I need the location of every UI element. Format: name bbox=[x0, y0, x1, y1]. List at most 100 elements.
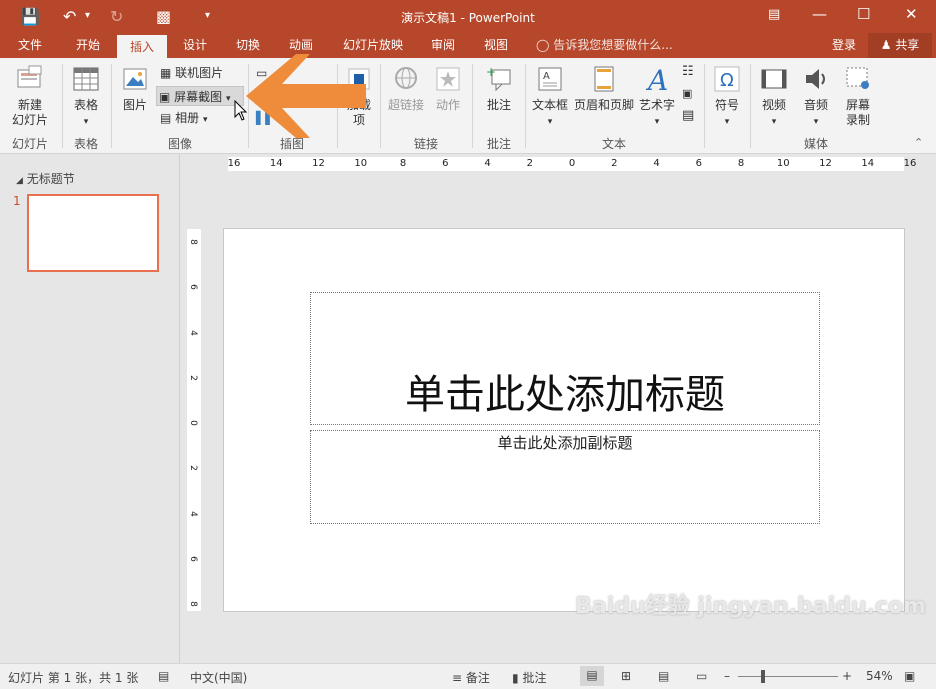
vertical-ruler: 8 6 4 2 0 2 4 6 8 bbox=[187, 229, 201, 611]
slideshow-button[interactable]: ▭ bbox=[696, 669, 707, 683]
slide-thumbnail[interactable] bbox=[27, 194, 159, 272]
online-picture-label: 联机图片 bbox=[175, 66, 224, 80]
object-button[interactable]: ▤ bbox=[680, 106, 694, 126]
omega-icon: Ω bbox=[714, 66, 740, 92]
table-button[interactable]: 表格 ▾ bbox=[66, 64, 106, 130]
slide-sorter-icon: ⊞ bbox=[621, 669, 632, 683]
screenshot-button[interactable]: ▣ 屏幕截图 ▾ bbox=[156, 86, 244, 106]
slide-canvas[interactable]: 单击此处添加标题 单击此处添加副标题 bbox=[223, 228, 905, 612]
tell-me-box[interactable]: ◯ 告诉我您想要做什么... bbox=[536, 33, 676, 58]
screen-record-button[interactable]: 屏幕 录制 bbox=[838, 64, 878, 128]
slide-number: 1 bbox=[13, 194, 21, 208]
comment-label: 批注 bbox=[486, 98, 511, 112]
slide-number-button[interactable]: ▣ bbox=[680, 84, 692, 104]
date-time-button[interactable]: ☷ bbox=[680, 62, 694, 82]
tab-review[interactable]: 审阅 bbox=[421, 33, 465, 58]
audio-button[interactable]: 音频 ▾ bbox=[796, 64, 836, 130]
album-dropdown-icon: ▾ bbox=[203, 115, 208, 125]
online-picture-button[interactable]: ▦ 联机图片 bbox=[158, 63, 223, 83]
tab-insert[interactable]: 插入 bbox=[117, 33, 167, 58]
online-picture-icon: ▦ bbox=[160, 66, 172, 80]
header-footer-button[interactable]: 页眉和页脚 bbox=[572, 64, 636, 113]
video-button[interactable]: 视频 ▾ bbox=[754, 64, 794, 130]
album-button[interactable]: ▤ 相册 ▾ bbox=[158, 108, 208, 128]
ruler-label: 12 bbox=[819, 158, 832, 169]
zoom-in-button[interactable]: + bbox=[842, 669, 852, 683]
group-label-images: 图像 bbox=[167, 137, 192, 151]
svg-text:A: A bbox=[645, 64, 668, 94]
hyperlink-button: 超链接 bbox=[384, 64, 428, 113]
zoom-slider-track[interactable] bbox=[738, 676, 838, 677]
normal-view-icon: ▤ bbox=[586, 668, 598, 682]
ribbon-display-icon[interactable]: ▤ bbox=[768, 7, 780, 22]
picture-label: 图片 bbox=[122, 98, 147, 112]
notes-button[interactable]: ≡ 备注 bbox=[452, 669, 490, 686]
maximize-icon[interactable]: ☐ bbox=[857, 5, 870, 23]
textbox-button[interactable]: A 文本框 ▾ bbox=[528, 64, 572, 130]
new-slide-icon bbox=[17, 65, 42, 88]
ruler-label: 0 bbox=[187, 420, 198, 426]
group-label-text: 文本 bbox=[601, 137, 626, 151]
action-label: 动作 bbox=[435, 98, 460, 112]
table-label: 表格 bbox=[73, 98, 98, 112]
language-indicator[interactable]: 中文(中国) bbox=[190, 669, 247, 686]
title-placeholder[interactable]: 单击此处添加标题 bbox=[310, 292, 820, 425]
close-icon[interactable]: ✕ bbox=[905, 5, 918, 23]
zoom-out-button[interactable]: – bbox=[724, 669, 730, 683]
comment-button[interactable]: + 批注 bbox=[478, 64, 520, 113]
horizontal-ruler: 16 14 12 10 8 6 4 2 0 2 4 6 8 10 12 14 16 bbox=[228, 157, 916, 171]
group-divider bbox=[380, 64, 381, 148]
ruler-label: 6 bbox=[442, 158, 449, 169]
ruler-label: 8 bbox=[187, 239, 198, 245]
globe-link-icon bbox=[395, 67, 417, 89]
ruler-label: 0 bbox=[568, 158, 576, 169]
person-icon: ♟ bbox=[880, 38, 892, 52]
tab-home[interactable]: 开始 bbox=[66, 33, 110, 58]
ruler-label: 8 bbox=[737, 158, 745, 169]
comment-icon: + bbox=[486, 65, 511, 92]
group-label-media: 媒体 bbox=[803, 137, 828, 151]
picture-button[interactable]: 图片 bbox=[116, 64, 154, 113]
tab-file[interactable]: 文件 bbox=[8, 33, 52, 58]
ruler-label: 2 bbox=[526, 158, 533, 169]
symbol-button[interactable]: Ω 符号 ▾ bbox=[708, 64, 746, 130]
new-slide-button[interactable]: 新建 幻灯片 bbox=[4, 64, 56, 128]
orange-arrow-annotation bbox=[246, 54, 366, 138]
tab-design[interactable]: 设计 bbox=[173, 33, 217, 58]
collapse-section-icon: ◢ bbox=[16, 176, 23, 186]
wordart-icon: A bbox=[645, 64, 668, 94]
ruler-label: 12 bbox=[312, 158, 325, 169]
ribbon-tabs: 文件 开始 插入 设计 切换 动画 幻灯片放映 审阅 视图 ◯ 告诉我您想要做什… bbox=[0, 33, 936, 58]
ruler-label: 4 bbox=[653, 158, 660, 169]
tab-view[interactable]: 视图 bbox=[474, 33, 518, 58]
comments-button[interactable]: ▮ 批注 bbox=[512, 669, 546, 686]
wordart-button[interactable]: A 艺术字 ▾ bbox=[636, 64, 678, 130]
slide-sorter-button[interactable]: ⊞ bbox=[621, 669, 631, 683]
slideshow-icon: ▭ bbox=[696, 669, 708, 683]
ruler-label: 4 bbox=[187, 510, 198, 517]
section-header[interactable]: ◢ 无标题节 bbox=[16, 170, 75, 187]
zoom-level[interactable]: 54% bbox=[866, 669, 893, 683]
fit-to-window-icon[interactable]: ▣ bbox=[904, 669, 915, 683]
subtitle-placeholder[interactable]: 单击此处添加副标题 bbox=[310, 430, 820, 524]
minimize-icon[interactable]: — bbox=[812, 5, 827, 23]
normal-view-button[interactable]: ▤ bbox=[580, 666, 604, 686]
album-icon: ▤ bbox=[160, 111, 172, 125]
screenshot-icon: ▣ bbox=[159, 90, 171, 104]
album-label: 相册 bbox=[175, 111, 200, 125]
group-divider bbox=[111, 64, 112, 148]
notes-icon: ≡ bbox=[452, 671, 463, 685]
notes-label: 备注 bbox=[465, 671, 490, 685]
textbox-label: 文本框 bbox=[531, 98, 568, 112]
title-placeholder-text: 单击此处添加标题 bbox=[405, 372, 725, 418]
calendar-icon: ☷ bbox=[682, 64, 694, 79]
watermark: Baidu经验 jingyan.baidu.com bbox=[575, 594, 926, 619]
share-button[interactable]: ♟ 共享 bbox=[868, 33, 932, 58]
ruler-label: 2 bbox=[611, 158, 618, 169]
collapse-ribbon-icon[interactable]: ⌃ bbox=[914, 136, 923, 149]
zoom-slider-thumb[interactable] bbox=[761, 670, 765, 683]
group-label-tables: 表格 bbox=[73, 137, 98, 151]
login-link[interactable]: 登录 bbox=[826, 33, 862, 58]
reading-view-button[interactable]: ▤ bbox=[658, 669, 669, 683]
spellcheck-icon[interactable]: ▤ bbox=[158, 669, 169, 683]
